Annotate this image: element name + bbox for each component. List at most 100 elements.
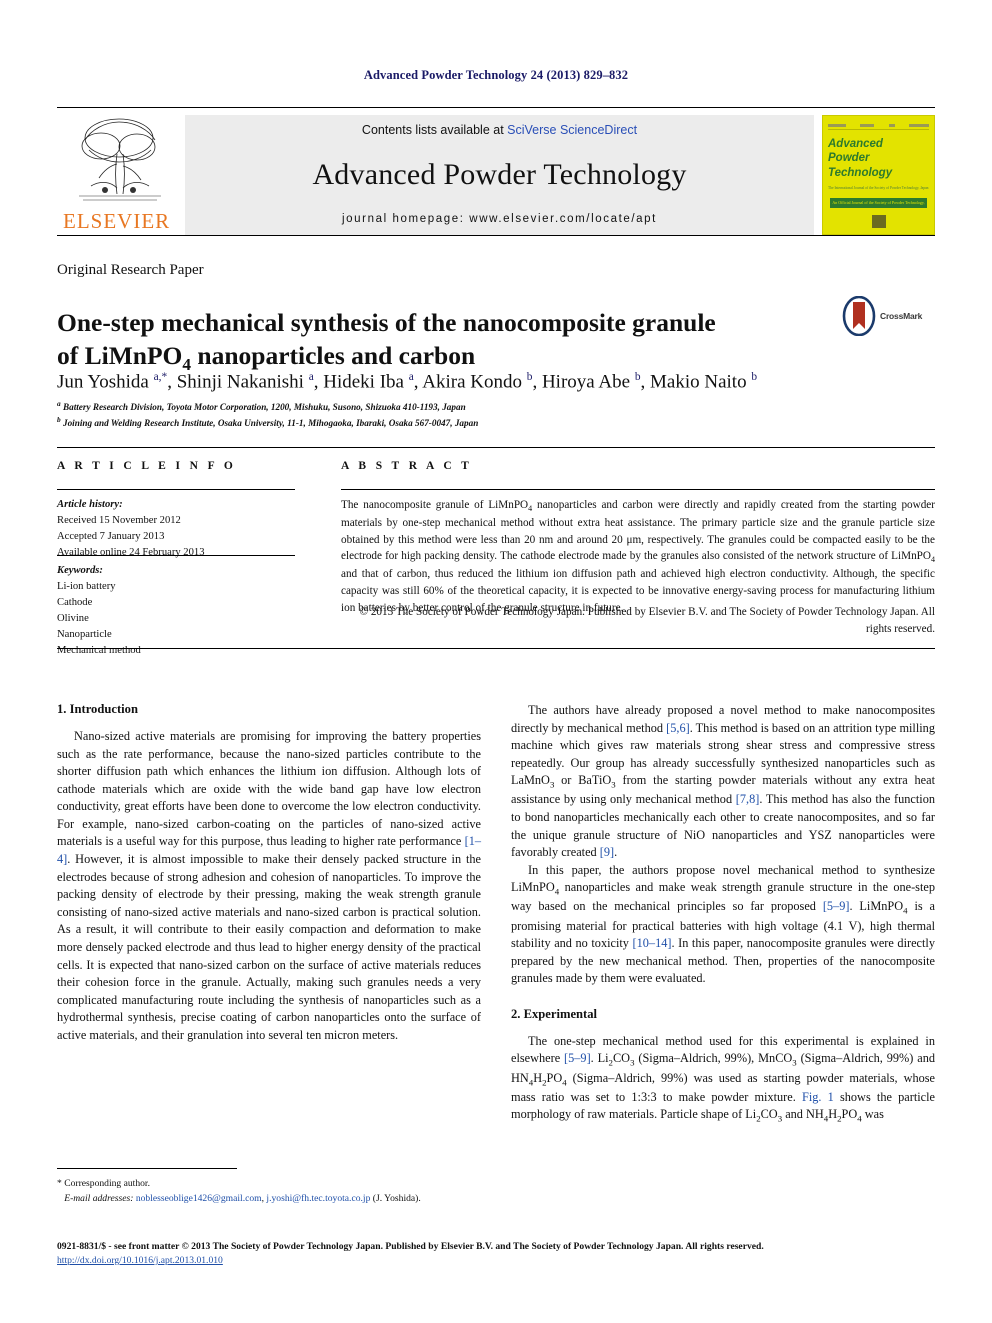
paragraph-exp-1-f: H [533, 1070, 543, 1085]
paragraph-intro-1-b: . However, it is almost impossible to ma… [57, 852, 481, 1042]
abstract-heading: A B S T R A C T [341, 460, 473, 472]
affiliation-marker-a: a [57, 399, 61, 408]
article-accepted: Accepted 7 January 2013 [57, 531, 165, 543]
body-column-right: The authors have already proposed a nove… [511, 702, 935, 1125]
paragraph-intro-1: Nano-sized active materials are promisin… [57, 728, 481, 1044]
article-available-online: Available online 24 February 2013 [57, 547, 205, 559]
paragraph-exp-1-b: . Li [590, 1051, 609, 1066]
crossmark-icon [842, 296, 876, 336]
crossmark-label: CrossMark [880, 311, 923, 321]
paragraph-exp-1-d: (Sigma–Aldrich, 99%), MnCO [634, 1051, 793, 1066]
keyword-item: Li-ion battery [57, 581, 116, 593]
elsevier-logo: ELSEVIER [57, 115, 185, 235]
contents-prefix: Contents lists available at [361, 123, 508, 137]
affiliation-b-text: Joining and Welding Research Institute, … [62, 418, 479, 429]
title-line-2b: nanoparticles and carbon [191, 340, 476, 370]
masthead-top-rule [57, 107, 935, 108]
article-info-heading: A R T I C L E I N F O [57, 460, 237, 472]
cover-title: Advanced Powder Technology [828, 137, 929, 180]
paper-page: Advanced Powder Technology 24 (2013) 829… [0, 0, 992, 1323]
email-note: E-mail addresses: noblesseoblige1426@gma… [57, 1191, 481, 1206]
abstract-part-1: The nanocomposite granule of LiMnPO [341, 499, 529, 511]
affiliation-a-text: Battery Research Division, Toyota Motor … [62, 402, 466, 413]
affiliation-marker-b: b [57, 415, 61, 425]
keywords-rule [57, 555, 295, 556]
citation-ref[interactable]: [5,6] [666, 721, 690, 735]
email-link-2[interactable]: j.yoshi@fh.tec.toyota.co.jp [266, 1193, 370, 1204]
paragraph-exp-1-g: PO [546, 1070, 563, 1085]
citation-ref[interactable]: [7,8] [736, 792, 760, 806]
journal-title: Advanced Powder Technology [312, 158, 687, 191]
email-label: E-mail addresses: [64, 1193, 134, 1205]
footnote-block: * Corresponding author. E-mail addresses… [57, 1176, 481, 1207]
body-column-left: 1. Introduction Nano-sized active materi… [57, 702, 481, 1044]
doi-link[interactable]: http://dx.doi.org/10.1016/j.apt.2013.01.… [57, 1254, 935, 1268]
abstract-sub-2: 4 [930, 555, 935, 565]
keyword-item: Mechanical method [57, 645, 141, 657]
abstract-copyright: © 2013 The Society of Powder Technology … [359, 606, 935, 635]
journal-masthead: ELSEVIER Contents lists available at Sci… [57, 107, 935, 236]
paragraph-right-1: The authors have already proposed a nove… [511, 702, 935, 862]
paragraph-exp-1-n: was [861, 1107, 884, 1122]
paragraph-intro-1-a: Nano-sized active materials are promisin… [57, 729, 481, 849]
journal-homepage[interactable]: journal homepage: www.elsevier.com/locat… [185, 213, 814, 225]
journal-cover-thumbnail: Advanced Powder Technology The Internati… [822, 115, 935, 235]
paragraph-exp-1-m: PO [841, 1107, 858, 1122]
cover-title-line1: Advanced [828, 138, 883, 150]
email-author-name: (J. Yoshida). [372, 1193, 421, 1205]
keyword-item: Cathode [57, 597, 93, 609]
cover-title-line2: Powder [828, 152, 870, 165]
keywords-label: Keywords: [57, 565, 103, 576]
colophon: 0921-8831/$ - see front matter © 2013 Th… [57, 1240, 935, 1268]
article-history-block: Article history: Received 15 November 20… [57, 497, 295, 561]
cover-subtitle: The International Journal of the Society… [828, 186, 929, 191]
paragraph-exp-1-l: H [828, 1107, 838, 1122]
keyword-item: Nanoparticle [57, 629, 112, 641]
title-line-2a: of LiMnPO [57, 340, 183, 370]
article-received: Received 15 November 2012 [57, 515, 181, 527]
paragraph-right-2-c: . LiMnPO [849, 899, 904, 914]
contents-available-line: Contents lists available at SciVerse Sci… [185, 123, 814, 137]
author-affil-marker: b [634, 371, 641, 383]
affiliation-b: b Joining and Welding Research Institute… [57, 414, 937, 430]
masthead-center: Contents lists available at SciVerse Sci… [185, 115, 814, 235]
citation-ref[interactable]: [9] [600, 845, 614, 859]
cover-society-mark-icon [871, 215, 886, 228]
author-affil-marker: a,* [153, 371, 168, 383]
cover-band: An Official Journal of the Society of Po… [830, 198, 927, 215]
paragraph-right-1-c: or BaTiO [554, 773, 612, 788]
colophon-copyright: 0921-8831/$ - see front matter © 2013 Th… [57, 1241, 764, 1252]
corresponding-author-note: * Corresponding author. [57, 1178, 150, 1189]
affiliation-a: a Battery Research Division, Toyota Moto… [57, 398, 937, 414]
info-zone-bottom-rule [57, 648, 935, 649]
paragraph-exp-1-j: CO [760, 1107, 778, 1122]
running-head: Advanced Powder Technology 24 (2013) 829… [363, 68, 629, 82]
info-zone-top-rule [57, 447, 935, 448]
elsevier-tree-icon [79, 118, 161, 201]
crossmark-badge[interactable]: CrossMark [842, 294, 934, 338]
paragraph-exp-1-k: and NH [782, 1107, 824, 1122]
author-affil-marker: b [751, 371, 758, 383]
cover-topbar [828, 122, 929, 130]
citation-ref[interactable]: [10–14] [633, 936, 672, 950]
abstract-heading-rule [341, 489, 935, 490]
abstract-text: The nanocomposite granule of LiMnPO4 nan… [341, 497, 935, 616]
keyword-item: Olivine [57, 613, 89, 625]
citation-ref[interactable]: [5–9] [564, 1051, 591, 1065]
paragraph-right-1-f: . [614, 845, 618, 860]
paragraph-exp-1-c: CO [612, 1051, 631, 1066]
keywords-block: Keywords: Li-ion battery Cathode Olivine… [57, 563, 295, 660]
citation-ref[interactable]: [5–9] [823, 899, 850, 913]
article-history-label: Article history: [57, 499, 123, 510]
email-link-1[interactable]: noblesseoblige1426@gmail.com [136, 1193, 262, 1204]
title-line-1: One-step mechanical synthesis of the nan… [57, 308, 716, 338]
footnote-rule [57, 1168, 237, 1169]
section-heading-introduction: 1. Introduction [57, 702, 138, 716]
sciencedirect-link[interactable]: SciVerse ScienceDirect [507, 123, 637, 137]
masthead-bottom-rule [57, 235, 935, 236]
paragraph-right-2: In this paper, the authors propose novel… [511, 862, 935, 988]
cover-title-line3: Technology [828, 166, 893, 179]
figure-ref[interactable]: Fig. 1 [802, 1090, 834, 1104]
page-title: One-step mechanical synthesis of the nan… [57, 307, 757, 376]
author-affil-marker: a [308, 371, 314, 383]
